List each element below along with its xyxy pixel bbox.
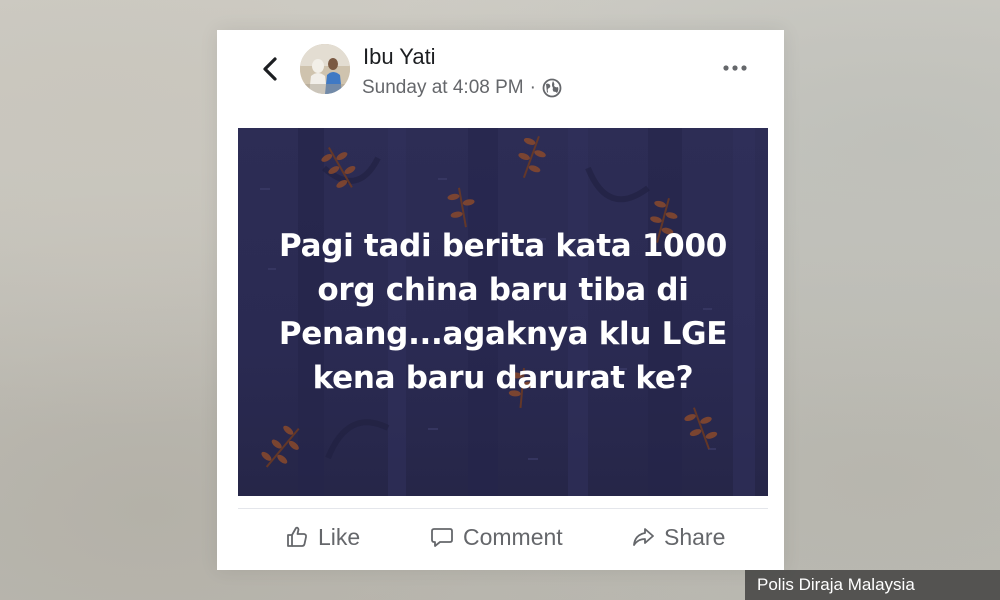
author-name[interactable]: Ibu Yati bbox=[363, 44, 436, 70]
more-options-button[interactable] bbox=[722, 60, 748, 76]
post-text: Pagi tadi berita kata 1000 org china bar… bbox=[238, 224, 768, 400]
avatar[interactable] bbox=[300, 44, 350, 94]
share-arrow-icon bbox=[633, 528, 654, 546]
speech-bubble-icon bbox=[431, 528, 453, 547]
share-button[interactable]: Share bbox=[631, 520, 725, 554]
post-text-line: kena baru darurat ke? bbox=[312, 360, 694, 396]
post-meta: Sunday at 4:08 PM · bbox=[362, 77, 562, 99]
post-text-line: Penang...agaknya klu LGE bbox=[278, 316, 728, 352]
more-horizontal-icon bbox=[723, 65, 747, 71]
facebook-post-card: Ibu Yati Sunday at 4:08 PM · Pagi tadi b… bbox=[217, 30, 784, 570]
thumbs-up-icon bbox=[287, 526, 307, 547]
globe-icon bbox=[542, 78, 562, 98]
post-actions: Like Comment Share bbox=[217, 512, 784, 562]
back-button[interactable] bbox=[255, 54, 285, 84]
photo-credit-caption: Polis Diraja Malaysia bbox=[745, 570, 1000, 600]
comment-button[interactable]: Comment bbox=[430, 520, 563, 554]
post-header: Ibu Yati Sunday at 4:08 PM · bbox=[217, 30, 784, 130]
post-text-line: org china baru tiba di bbox=[317, 272, 689, 308]
post-text-line: Pagi tadi berita kata 1000 bbox=[279, 228, 727, 264]
post-timestamp[interactable]: Sunday at 4:08 PM bbox=[362, 77, 524, 99]
actions-divider bbox=[238, 508, 768, 509]
meta-separator: · bbox=[529, 77, 536, 98]
like-label: Like bbox=[318, 523, 361, 550]
comment-label: Comment bbox=[463, 523, 563, 550]
post-image[interactable]: Pagi tadi berita kata 1000 org china bar… bbox=[238, 128, 768, 496]
chevron-left-icon bbox=[263, 57, 277, 81]
avatar-photo bbox=[300, 44, 350, 94]
like-button[interactable]: Like bbox=[285, 520, 360, 554]
share-label: Share bbox=[664, 523, 726, 550]
